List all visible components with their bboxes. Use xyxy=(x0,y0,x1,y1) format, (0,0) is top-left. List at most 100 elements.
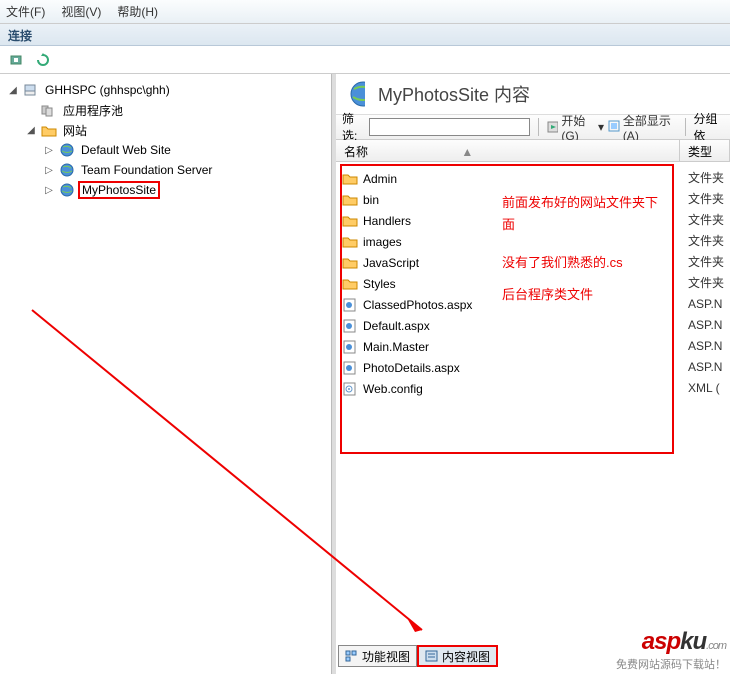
file-name: bin xyxy=(363,193,379,207)
tree-site-myphotos[interactable]: ▷ MyPhotosSite xyxy=(6,180,329,200)
aspx-icon xyxy=(342,319,358,333)
connect-button[interactable] xyxy=(6,50,28,70)
config-icon xyxy=(342,382,358,396)
folder-icon xyxy=(342,277,358,291)
separator xyxy=(538,118,539,136)
tree-root-server[interactable]: ◢ GHHSPC (ghhspc\ghh) xyxy=(6,80,329,100)
folder-icon xyxy=(342,172,358,186)
file-row[interactable]: Main.Master xyxy=(342,336,730,357)
filter-toolbar: 筛选: 开始(G) ▾ 全部显示(A) 分组依 xyxy=(336,114,730,140)
file-type: ASP.N xyxy=(688,294,730,315)
file-row[interactable]: Admin xyxy=(342,168,730,189)
page-title-bar: MyPhotosSite 内容 xyxy=(336,74,730,114)
tree-sites[interactable]: ◢ 网站 xyxy=(6,120,329,140)
folder-icon xyxy=(342,256,358,270)
globe-icon xyxy=(59,162,75,178)
file-name: Default.aspx xyxy=(363,319,430,333)
file-name: Main.Master xyxy=(363,340,429,354)
file-type: 文件夹 xyxy=(688,210,730,231)
aspx-icon xyxy=(342,298,358,312)
content-pane: MyPhotosSite 内容 筛选: 开始(G) ▾ 全部显示(A) 分组依 … xyxy=(332,74,730,674)
content-icon xyxy=(425,650,439,662)
tree-site-tfs[interactable]: ▷ Team Foundation Server xyxy=(6,160,329,180)
col-header-type[interactable]: 类型 xyxy=(680,140,730,161)
start-button[interactable]: 开始(G) ▾ xyxy=(547,112,604,143)
globe-icon xyxy=(59,142,75,158)
tab-features-view[interactable]: 功能视图 xyxy=(338,645,417,667)
connections-toolbar xyxy=(0,46,730,74)
folder-icon xyxy=(342,214,358,228)
start-icon xyxy=(547,120,558,134)
file-row[interactable]: Handlers xyxy=(342,210,730,231)
file-name: images xyxy=(363,235,402,249)
file-name: Web.config xyxy=(363,382,423,396)
tree-label: 应用程序池 xyxy=(60,101,126,120)
file-row[interactable]: ClassedPhotos.aspx xyxy=(342,294,730,315)
connections-header: 连接 xyxy=(0,24,730,46)
file-name: Handlers xyxy=(363,214,411,228)
file-row[interactable]: Default.aspx xyxy=(342,315,730,336)
file-name: Styles xyxy=(363,277,396,291)
menu-bar: 文件(F) 视图(V) 帮助(H) xyxy=(0,0,730,24)
expander-none xyxy=(24,103,38,117)
file-row[interactable]: images xyxy=(342,231,730,252)
page-title: MyPhotosSite 内容 xyxy=(378,81,530,107)
type-column: 文件夹文件夹文件夹文件夹文件夹文件夹ASP.NASP.NASP.NASP.NXM… xyxy=(688,168,730,399)
file-name: Admin xyxy=(363,172,397,186)
tree-label-selected: MyPhotosSite xyxy=(78,181,160,199)
expander-icon[interactable]: ▷ xyxy=(42,163,56,177)
menu-help[interactable]: 帮助(H) xyxy=(117,3,158,20)
column-headers: 名称 ▲ 类型 xyxy=(336,140,730,162)
tree-app-pools[interactable]: 应用程序池 xyxy=(6,100,329,120)
expander-icon[interactable]: ▷ xyxy=(42,183,56,197)
connections-tree-pane: ◢ GHHSPC (ghhspc\ghh) 应用程序池 ◢ 网站 ▷ Defau… xyxy=(0,74,332,674)
tree-label: Team Foundation Server xyxy=(78,162,215,178)
globe-icon xyxy=(59,182,75,198)
file-type: ASP.N xyxy=(688,357,730,378)
tree-label: GHHSPC (ghhspc\ghh) xyxy=(42,82,173,98)
file-type: 文件夹 xyxy=(688,168,730,189)
file-type: 文件夹 xyxy=(688,273,730,294)
tree-label: 网站 xyxy=(60,121,90,140)
refresh-button[interactable] xyxy=(32,50,54,70)
filter-label: 筛选: xyxy=(342,110,365,144)
features-icon xyxy=(345,650,359,662)
file-name: ClassedPhotos.aspx xyxy=(363,298,472,312)
view-tabs: 功能视图 内容视图 xyxy=(338,644,498,668)
file-type: 文件夹 xyxy=(688,231,730,252)
folder-icon xyxy=(342,235,358,249)
file-row[interactable]: PhotoDetails.aspx xyxy=(342,357,730,378)
showall-button[interactable]: 全部显示(A) xyxy=(608,112,677,143)
sites-folder-icon xyxy=(41,122,57,138)
aspx-icon xyxy=(342,340,358,354)
file-row[interactable]: Web.config xyxy=(342,378,730,399)
expander-icon[interactable]: ◢ xyxy=(6,83,20,97)
file-name: JavaScript xyxy=(363,256,419,270)
aspx-icon xyxy=(342,361,358,375)
tree-site-default[interactable]: ▷ Default Web Site xyxy=(6,140,329,160)
file-row[interactable]: JavaScript xyxy=(342,252,730,273)
connections-tree[interactable]: ◢ GHHSPC (ghhspc\ghh) 应用程序池 ◢ 网站 ▷ Defau… xyxy=(2,78,329,200)
app-pool-icon xyxy=(41,102,57,118)
groupby-label[interactable]: 分组依 xyxy=(693,110,724,144)
file-row[interactable]: bin xyxy=(342,189,730,210)
separator xyxy=(685,118,686,136)
file-row[interactable]: Styles xyxy=(342,273,730,294)
file-list-area: Admin bin Handlers images JavaScript Styles Cl… xyxy=(336,162,730,674)
file-name: PhotoDetails.aspx xyxy=(363,361,460,375)
globe-icon xyxy=(349,86,365,102)
file-type: ASP.N xyxy=(688,336,730,357)
showall-icon xyxy=(608,120,620,134)
expander-icon[interactable]: ▷ xyxy=(42,143,56,157)
filter-input[interactable] xyxy=(369,118,530,136)
expander-icon[interactable]: ◢ xyxy=(24,123,38,137)
file-type: ASP.N xyxy=(688,315,730,336)
col-header-name[interactable]: 名称 ▲ xyxy=(336,140,680,161)
server-icon xyxy=(23,82,39,98)
tree-label: Default Web Site xyxy=(78,142,174,158)
menu-view[interactable]: 视图(V) xyxy=(61,3,101,20)
file-list[interactable]: Admin bin Handlers images JavaScript Styles Cl… xyxy=(336,162,730,399)
file-type: XML ( xyxy=(688,378,730,399)
menu-file[interactable]: 文件(F) xyxy=(6,3,45,20)
tab-content-view[interactable]: 内容视图 xyxy=(417,645,498,667)
